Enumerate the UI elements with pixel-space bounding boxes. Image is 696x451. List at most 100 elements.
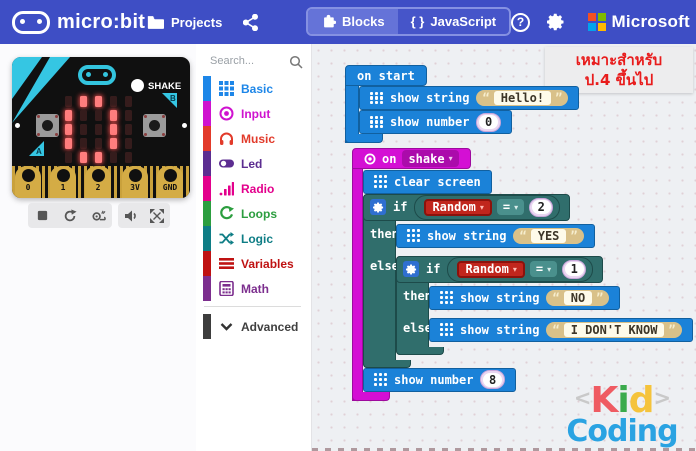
- event-dropdown[interactable]: shake▾: [402, 150, 458, 167]
- pin-gnd[interactable]: GND: [157, 166, 183, 198]
- pin-label: 0: [26, 183, 31, 192]
- category-radio[interactable]: Radio: [196, 176, 311, 201]
- category-list: Basic Input Music Led Radio: [196, 76, 311, 301]
- nested-if-block[interactable]: if Random▾ =▾ 1 then: [396, 256, 693, 355]
- category-music[interactable]: Music: [196, 126, 311, 151]
- category-label: Variables: [241, 257, 294, 271]
- fullscreen-button[interactable]: [146, 205, 168, 227]
- right-bracket: >: [654, 386, 671, 410]
- category-variables[interactable]: Variables: [196, 251, 311, 276]
- board-hole: [15, 123, 20, 128]
- share-button[interactable]: [243, 0, 258, 44]
- category-color-bar: [203, 251, 211, 276]
- category-label: Input: [241, 107, 270, 121]
- category-basic[interactable]: Basic: [196, 76, 311, 101]
- string-field[interactable]: “YES”: [513, 228, 583, 244]
- settings-button[interactable]: [547, 0, 565, 44]
- number-value: 8: [483, 373, 502, 387]
- category-label: Basic: [241, 82, 273, 96]
- volume-button[interactable]: [120, 205, 142, 227]
- calculator-icon: [219, 281, 234, 296]
- restart-button[interactable]: [59, 205, 81, 227]
- category-label: Advanced: [241, 320, 298, 334]
- pin-label: 2: [96, 183, 101, 192]
- loop-arrow-icon: [219, 206, 234, 221]
- workspace[interactable]: เหมาะสำหรับ ป.4 ขึ้นไป on start show str…: [312, 44, 696, 451]
- operator-dropdown[interactable]: =▾: [497, 199, 524, 215]
- on-start-block[interactable]: on start show string “Hello!” show numbe…: [345, 65, 579, 143]
- comparison-block[interactable]: Random▾ =▾ 1: [447, 257, 593, 282]
- slow-motion-button[interactable]: [87, 205, 109, 227]
- help-button[interactable]: ?: [511, 0, 530, 44]
- stop-button[interactable]: [31, 205, 53, 227]
- left-bracket: <: [574, 386, 591, 410]
- category-led[interactable]: Led: [196, 151, 311, 176]
- button-a[interactable]: [36, 114, 59, 137]
- search-input[interactable]: [208, 54, 290, 68]
- number-field[interactable]: 2: [529, 198, 553, 217]
- tab-javascript[interactable]: { } JavaScript: [398, 9, 510, 34]
- show-string-block[interactable]: show string “Hello!”: [359, 86, 579, 110]
- show-string-label: show string: [427, 229, 506, 243]
- variable-dropdown[interactable]: Random▾: [424, 199, 491, 216]
- led-grid-icon: [374, 373, 387, 386]
- string-field[interactable]: “NO”: [546, 290, 609, 306]
- number-field[interactable]: 8: [480, 370, 504, 389]
- category-logic[interactable]: Logic: [196, 226, 311, 251]
- pin-label: 1: [61, 183, 66, 192]
- signal-bars-icon: [219, 181, 234, 196]
- block-foot: [345, 134, 383, 143]
- tab-blocks[interactable]: Blocks: [308, 9, 398, 34]
- show-number-block[interactable]: show number 0: [359, 110, 512, 134]
- event-value: shake: [408, 152, 444, 166]
- category-label: Radio: [241, 182, 274, 196]
- pin-3v[interactable]: 3V: [122, 166, 148, 198]
- block-settings-button[interactable]: [370, 199, 386, 215]
- variable-dropdown[interactable]: Random▾: [457, 261, 524, 278]
- show-string-block[interactable]: show string “I DON'T KNOW”: [429, 318, 693, 342]
- string-field[interactable]: “Hello!”: [476, 90, 568, 106]
- button-b[interactable]: [143, 114, 166, 137]
- pin-2[interactable]: 2: [85, 166, 111, 198]
- board-hole: [182, 123, 187, 128]
- category-input[interactable]: Input: [196, 101, 311, 126]
- category-color-bar: [203, 226, 211, 251]
- operator-dropdown[interactable]: =▾: [530, 261, 557, 277]
- editor-toggle: Blocks { } JavaScript: [306, 7, 511, 36]
- microbit-face-icon: [12, 11, 50, 34]
- pin-1[interactable]: 1: [50, 166, 76, 198]
- chevron-down-icon: [219, 319, 234, 334]
- operator-value: =: [536, 262, 543, 276]
- share-icon: [243, 14, 258, 31]
- show-string-block[interactable]: show string “YES”: [396, 224, 595, 248]
- string-field[interactable]: “I DON'T KNOW”: [546, 322, 681, 338]
- category-advanced[interactable]: Advanced: [196, 314, 311, 339]
- number-field[interactable]: 0: [476, 113, 500, 132]
- gear-icon: [547, 13, 565, 31]
- dropdown-arrow-icon: ▾: [480, 203, 484, 212]
- led-grid-icon: [374, 175, 387, 188]
- clear-screen-block[interactable]: clear screen: [363, 170, 492, 194]
- category-label: Logic: [241, 232, 273, 246]
- if-else-block[interactable]: if Random▾ =▾ 2 then show string: [363, 194, 693, 368]
- show-number-label: show number: [394, 373, 473, 387]
- comparison-block[interactable]: Random▾ =▾ 2: [414, 195, 560, 220]
- number-field[interactable]: 1: [562, 260, 586, 279]
- category-math[interactable]: Math: [196, 276, 311, 301]
- block-settings-button[interactable]: [403, 261, 419, 277]
- shuffle-icon: [219, 231, 234, 246]
- toolbox-search: [196, 52, 311, 74]
- category-loops[interactable]: Loops: [196, 201, 311, 226]
- string-value: Hello!: [494, 91, 551, 105]
- projects-button[interactable]: Projects: [147, 0, 222, 44]
- show-number-block[interactable]: show number 8: [363, 368, 516, 392]
- show-string-block[interactable]: show string “NO”: [429, 286, 620, 310]
- coding-word: Coding: [556, 418, 688, 445]
- button-b-label: B: [170, 94, 176, 103]
- shake-button[interactable]: [131, 79, 144, 92]
- puzzle-icon: [321, 14, 336, 29]
- on-shake-block[interactable]: on shake▾ clear screen if Random▾ =▾ 2: [352, 148, 693, 401]
- category-color-bar: [203, 76, 211, 101]
- microbit-logo[interactable]: micro:bit: [12, 0, 145, 44]
- pin-0[interactable]: 0: [15, 166, 41, 198]
